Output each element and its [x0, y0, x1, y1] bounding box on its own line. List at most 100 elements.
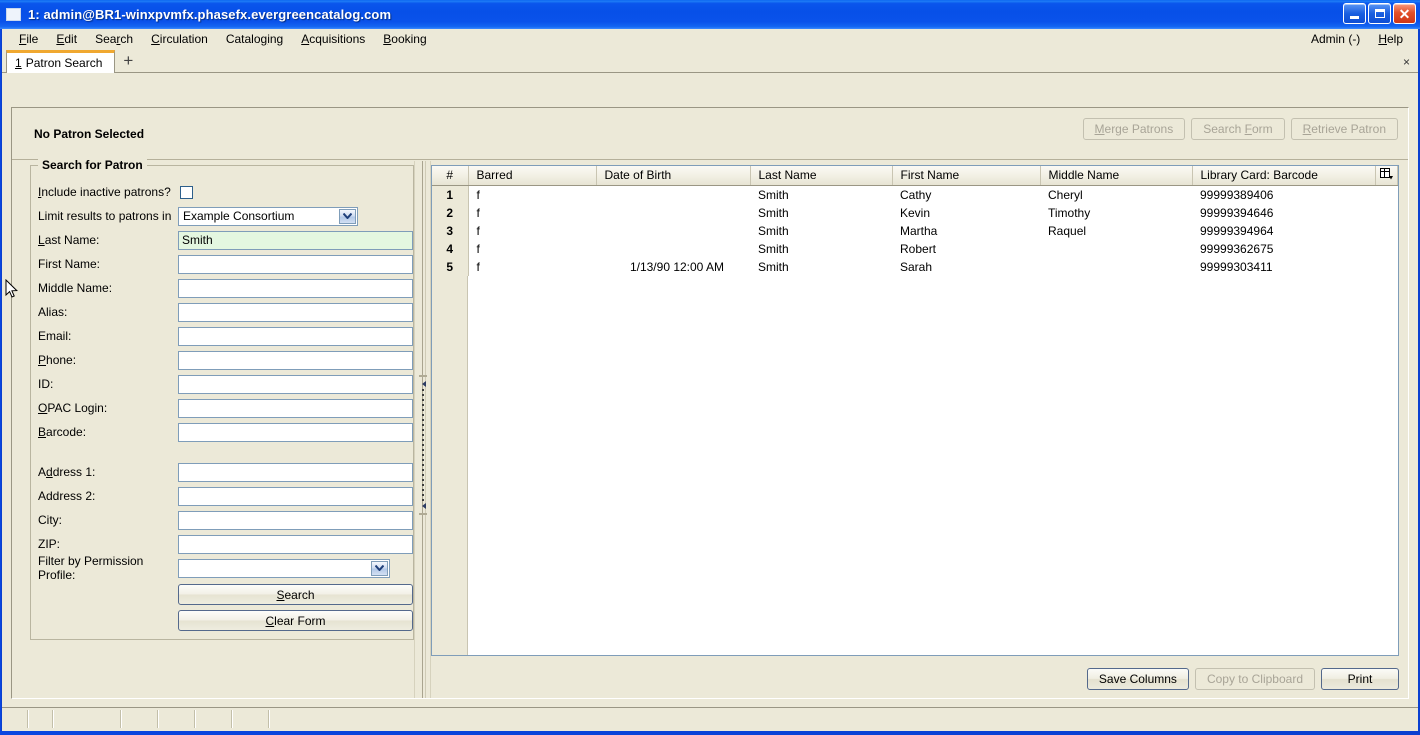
status-cell-6	[196, 710, 233, 728]
city-label: City:	[38, 513, 62, 527]
menu-acquisitions[interactable]: Acquisitions	[292, 30, 374, 48]
patron-results-grid: # Barred Date of Birth Last Name First N…	[431, 165, 1399, 656]
search-form-fields: Include inactive patrons? Limit results …	[31, 180, 413, 631]
limit-results-select[interactable]: Example Consortium	[178, 206, 358, 226]
pane-splitter[interactable]	[414, 161, 431, 698]
field-row-permission-profile: Filter by Permission Profile:	[31, 554, 413, 582]
table-row[interactable]: 2 f Smith Kevin Timothy 99999394646	[432, 203, 1398, 222]
column-header-last-name[interactable]: Last Name	[750, 166, 893, 186]
content-panel: No Patron Selected Merge Patrons Search …	[11, 107, 1409, 699]
field-row-city: City:	[31, 508, 413, 532]
table-header-row: # Barred Date of Birth Last Name First N…	[432, 166, 1398, 186]
include-inactive-label: Include inactive patrons?	[38, 185, 171, 199]
address1-input[interactable]	[178, 462, 413, 482]
cell-barcode: 99999394646	[1200, 205, 1274, 220]
menu-cataloging[interactable]: Cataloging	[217, 30, 292, 48]
last-name-label: Last Name:	[38, 233, 100, 247]
phone-input[interactable]	[178, 350, 413, 370]
search-form-buttons: Search Clear Form	[31, 584, 413, 631]
minimize-button[interactable]	[1343, 3, 1366, 24]
splitter-collapse-right-icon[interactable]	[419, 501, 428, 510]
status-cell-4	[122, 710, 159, 728]
cell-dob	[596, 204, 750, 222]
column-header-number[interactable]: #	[432, 166, 469, 186]
new-tab-button[interactable]: +	[115, 52, 141, 72]
splitter-line-secondary	[425, 161, 426, 698]
table-row[interactable]: 5 f 1/13/90 12:00 AM Smith Sarah 9999930…	[432, 257, 1398, 276]
menu-circulation[interactable]: Circulation	[142, 30, 217, 48]
menu-admin[interactable]: Admin (-)	[1302, 30, 1369, 48]
menu-edit[interactable]: Edit	[47, 30, 86, 48]
maximize-button[interactable]	[1368, 3, 1391, 24]
permission-profile-select[interactable]	[178, 558, 390, 578]
row-number: 2	[432, 203, 469, 222]
include-inactive-checkbox[interactable]	[180, 185, 193, 199]
address2-input[interactable]	[178, 486, 413, 506]
field-row-opac-login: OPAC Login:	[31, 396, 413, 420]
city-input[interactable]	[178, 510, 413, 530]
close-button[interactable]: ✕	[1393, 3, 1416, 24]
last-name-input[interactable]	[178, 230, 413, 250]
column-header-middle-name[interactable]: Middle Name	[1040, 166, 1193, 186]
column-header-library-card-barcode[interactable]: Library Card: Barcode	[1192, 166, 1376, 186]
column-picker-button[interactable]	[1375, 166, 1398, 186]
field-row-phone: Phone:	[31, 348, 413, 372]
email-input[interactable]	[178, 326, 413, 346]
results-table: # Barred Date of Birth Last Name First N…	[432, 166, 1398, 276]
clear-form-button[interactable]: Clear Form	[178, 610, 413, 631]
middle-name-input[interactable]	[178, 278, 413, 298]
cell-barcode: 99999362675	[1200, 241, 1274, 256]
table-row[interactable]: 3 f Smith Martha Raquel 99999394964	[432, 221, 1398, 240]
column-header-first-name[interactable]: First Name	[892, 166, 1041, 186]
barcode-input[interactable]	[178, 422, 413, 442]
first-name-input[interactable]	[178, 254, 413, 274]
search-form-button[interactable]: Search Form	[1191, 118, 1285, 140]
id-label: ID:	[38, 377, 54, 391]
id-input[interactable]	[178, 374, 413, 394]
table-row[interactable]: 1 f Smith Cathy Cheryl 99999389406	[432, 185, 1398, 204]
application-window: 1: admin@BR1-winxpvmfx.phasefx.evergreen…	[0, 0, 1420, 735]
table-row[interactable]: 4 f Smith Robert 99999362675	[432, 239, 1398, 258]
save-columns-button[interactable]: Save Columns	[1086, 668, 1189, 690]
menu-bar: File Edit Search Circulation Cataloging …	[2, 29, 1418, 49]
search-pane: Search for Patron Include inactive patro…	[12, 158, 414, 698]
print-button[interactable]: Print	[1321, 668, 1399, 690]
column-header-dob[interactable]: Date of Birth	[596, 166, 751, 186]
search-for-patron-groupbox: Search for Patron Include inactive patro…	[30, 158, 414, 640]
row-number: 3	[432, 221, 469, 240]
menu-booking[interactable]: Booking	[374, 30, 435, 48]
cell-first-name: Robert	[900, 241, 937, 256]
column-header-barred[interactable]: Barred	[468, 166, 597, 186]
splitter-collapse-left-icon[interactable]	[419, 379, 428, 388]
retrieve-patron-button[interactable]: Retrieve Patron	[1290, 118, 1398, 140]
menu-search[interactable]: Search	[86, 30, 142, 48]
copy-to-clipboard-button[interactable]: Copy to Clipboard	[1194, 668, 1315, 690]
cell-dob	[596, 186, 750, 204]
alias-input[interactable]	[178, 302, 413, 322]
search-button[interactable]: Search	[178, 584, 413, 605]
splitter-grip	[422, 389, 424, 501]
permission-profile-label: Filter by Permission Profile:	[38, 554, 144, 582]
field-row-email: Email:	[31, 324, 413, 348]
tab-patron-search[interactable]: 1 Patron Search	[6, 50, 116, 73]
status-cell-3	[54, 710, 122, 728]
close-tab-button[interactable]: ×	[1403, 55, 1410, 69]
cell-dob	[596, 240, 750, 258]
menu-file[interactable]: File	[10, 30, 47, 48]
barcode-label: Barcode:	[38, 425, 87, 439]
opac-login-input[interactable]	[178, 398, 413, 418]
cell-middle-name	[1040, 240, 1192, 258]
column-picker-icon	[1379, 168, 1394, 183]
cell-barcode: 99999303411	[1200, 259, 1273, 274]
zip-input[interactable]	[178, 534, 413, 554]
middle-name-label: Middle Name:	[38, 281, 113, 295]
field-row-zip: ZIP:	[31, 532, 413, 556]
title-bar: 1: admin@BR1-winxpvmfx.phasefx.evergreen…	[0, 0, 1420, 29]
email-label: Email:	[38, 329, 72, 343]
application-icon	[6, 8, 21, 21]
tab-label: Patron Search	[25, 56, 103, 70]
zip-label: ZIP:	[38, 537, 61, 551]
menu-help[interactable]: Help	[1369, 30, 1412, 48]
merge-patrons-button[interactable]: Merge Patrons	[1082, 118, 1186, 140]
row-number: 5	[432, 257, 469, 276]
